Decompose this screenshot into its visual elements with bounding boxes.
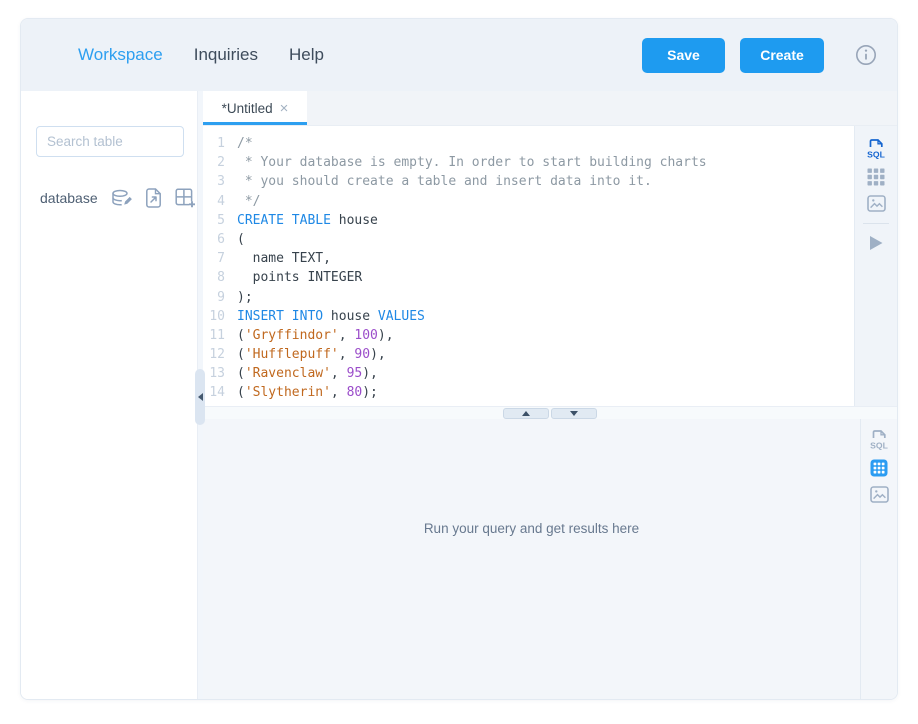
sql-editor-pane: 1/*2 * Your database is empty. In order … bbox=[203, 126, 897, 406]
line-number: 6 bbox=[203, 230, 225, 249]
save-button[interactable]: Save bbox=[642, 38, 725, 73]
code-line[interactable]: 7 name TEXT, bbox=[203, 249, 854, 268]
top-navbar: Workspace Inquiries Help Save Create bbox=[21, 19, 897, 91]
nav-item-workspace[interactable]: Workspace bbox=[78, 45, 163, 65]
chart-icon bbox=[867, 195, 886, 212]
line-number: 5 bbox=[203, 211, 225, 230]
sql-view-button[interactable]: SQL bbox=[864, 138, 888, 159]
code-line[interactable]: 12('Hufflepuff', 90), bbox=[203, 345, 854, 364]
code-line[interactable]: 1/* bbox=[203, 134, 854, 153]
expand-down-button[interactable] bbox=[551, 408, 597, 419]
tab-title: *Untitled bbox=[222, 101, 273, 116]
code-line[interactable]: 4 */ bbox=[203, 192, 854, 211]
search-table-input[interactable] bbox=[36, 126, 184, 157]
arrow-down-icon bbox=[570, 411, 578, 416]
results-empty-message: Run your query and get results here bbox=[203, 521, 860, 536]
code-line[interactable]: 13('Ravenclaw', 95), bbox=[203, 364, 854, 383]
database-label: database bbox=[40, 190, 98, 206]
import-file-icon[interactable] bbox=[145, 188, 162, 208]
line-number: 1 bbox=[203, 134, 225, 153]
main-nav: Workspace Inquiries Help bbox=[78, 45, 324, 65]
add-table-icon[interactable] bbox=[175, 188, 196, 208]
sql-icon: SQL bbox=[864, 138, 888, 159]
code-line[interactable]: 9); bbox=[203, 288, 854, 307]
line-number: 8 bbox=[203, 268, 225, 287]
line-number: 10 bbox=[203, 307, 225, 326]
pane-splitter[interactable] bbox=[203, 406, 897, 419]
code-line[interactable]: 10INSERT INTO house VALUES bbox=[203, 307, 854, 326]
code-line[interactable]: 11('Gryffindor', 100), bbox=[203, 326, 854, 345]
code-line[interactable]: 5CREATE TABLE house bbox=[203, 211, 854, 230]
create-button[interactable]: Create bbox=[740, 38, 824, 73]
nav-item-help[interactable]: Help bbox=[289, 45, 324, 65]
play-icon bbox=[868, 234, 884, 252]
table-icon-active bbox=[870, 459, 888, 477]
results-table-view-button[interactable] bbox=[870, 459, 888, 477]
code-editor[interactable]: 1/*2 * Your database is empty. In order … bbox=[203, 126, 854, 406]
line-number: 3 bbox=[203, 172, 225, 191]
toolbar-divider bbox=[863, 223, 889, 224]
database-row: database bbox=[36, 188, 184, 208]
arrow-up-icon bbox=[522, 411, 530, 416]
svg-text:SQL: SQL bbox=[870, 440, 888, 450]
code-line[interactable]: 14('Slytherin', 80); bbox=[203, 383, 854, 402]
line-number: 13 bbox=[203, 364, 225, 383]
table-view-button[interactable] bbox=[867, 168, 885, 186]
code-line[interactable]: 3 * you should create a table and insert… bbox=[203, 172, 854, 191]
line-number: 14 bbox=[203, 383, 225, 402]
line-number: 7 bbox=[203, 249, 225, 268]
tab-bar: *Untitled × bbox=[203, 91, 897, 126]
table-icon bbox=[867, 168, 885, 186]
svg-text:SQL: SQL bbox=[867, 149, 885, 159]
chart-icon bbox=[870, 486, 889, 503]
results-sql-view-button[interactable]: SQL bbox=[867, 429, 891, 450]
run-query-button[interactable] bbox=[868, 234, 884, 252]
tab-untitled[interactable]: *Untitled × bbox=[203, 91, 307, 125]
line-number: 2 bbox=[203, 153, 225, 172]
chart-view-button[interactable] bbox=[867, 195, 886, 212]
header-actions: Save Create bbox=[642, 38, 877, 73]
code-line[interactable]: 6( bbox=[203, 230, 854, 249]
nav-item-inquiries[interactable]: Inquiries bbox=[194, 45, 258, 65]
code-lines: 1/*2 * Your database is empty. In order … bbox=[203, 134, 854, 403]
sidebar: database bbox=[21, 91, 198, 699]
chevron-left-icon bbox=[198, 393, 203, 401]
results-message-area: Run your query and get results here bbox=[203, 419, 860, 699]
code-line[interactable]: 2 * Your database is empty. In order to … bbox=[203, 153, 854, 172]
results-toolbar: SQL bbox=[860, 419, 897, 699]
tab-close-icon[interactable]: × bbox=[280, 101, 289, 116]
code-line[interactable]: 8 points INTEGER bbox=[203, 268, 854, 287]
expand-up-button[interactable] bbox=[503, 408, 549, 419]
main-area: *Untitled × 1/*2 * Your database is empt… bbox=[203, 91, 897, 699]
line-number: 12 bbox=[203, 345, 225, 364]
body-row: database bbox=[21, 91, 897, 699]
editor-toolbar: SQL bbox=[854, 126, 897, 406]
collapse-sidebar-handle[interactable] bbox=[195, 369, 205, 425]
info-icon[interactable] bbox=[855, 44, 877, 66]
edit-database-icon[interactable] bbox=[111, 189, 132, 207]
sql-icon: SQL bbox=[867, 429, 891, 450]
results-chart-view-button[interactable] bbox=[870, 486, 889, 503]
app-panel: Workspace Inquiries Help Save Create dat… bbox=[20, 18, 898, 700]
results-pane: Run your query and get results here SQL bbox=[203, 419, 897, 699]
line-number: 4 bbox=[203, 192, 225, 211]
line-number: 11 bbox=[203, 326, 225, 345]
line-number: 9 bbox=[203, 288, 225, 307]
